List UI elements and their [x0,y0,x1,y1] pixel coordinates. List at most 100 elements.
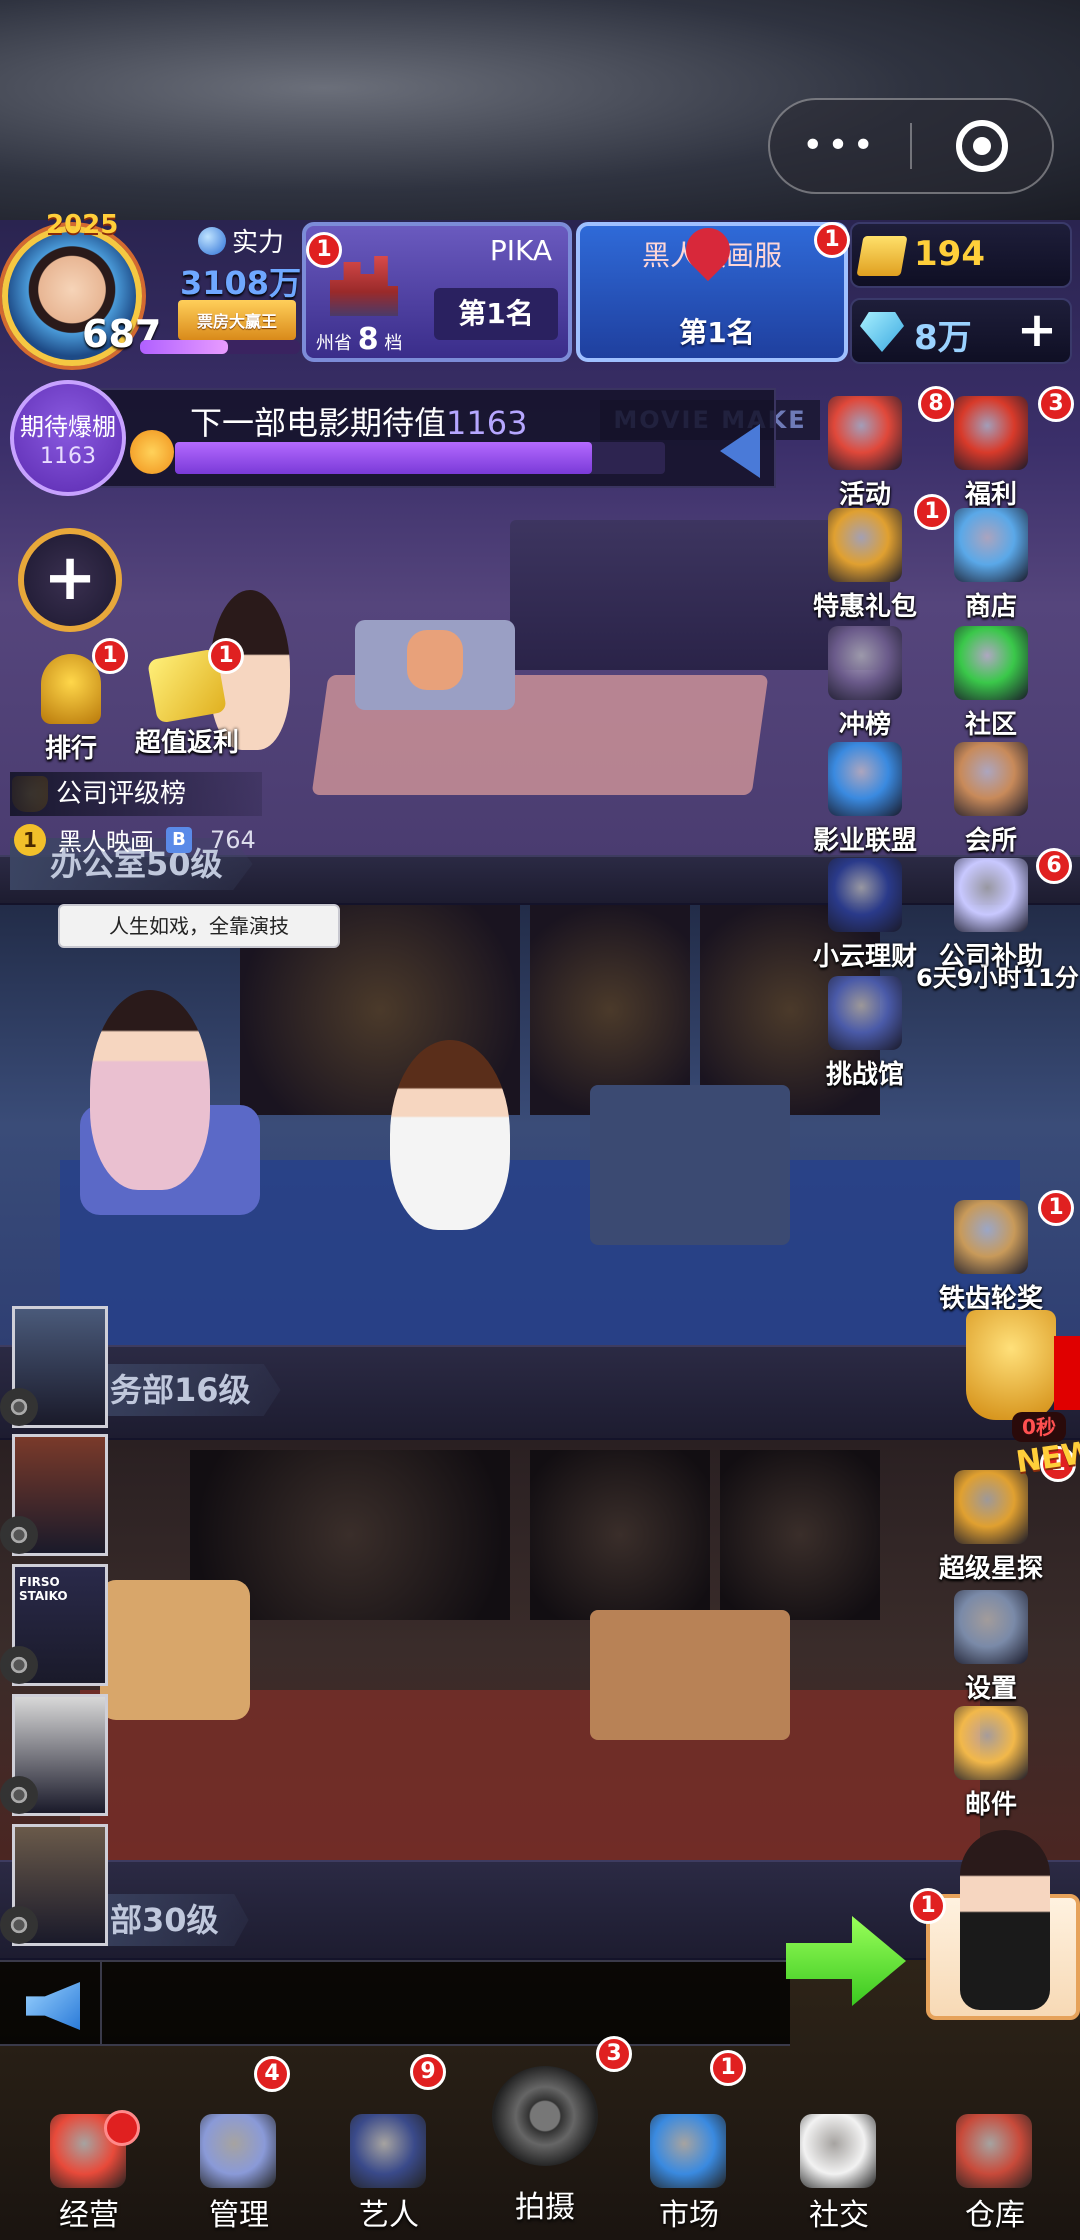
gift-bag-icon [828,508,902,582]
company-rank-row[interactable]: 1 黑人映画 B 764 [14,822,256,857]
megaphone-icon [954,858,1028,932]
tab-manage-label: 管理 [209,2198,269,2233]
subsidy-countdown: 6天9小时11分 [916,964,1079,992]
super-scout-button[interactable]: 超级星探 [926,1470,1056,1585]
club-button[interactable]: 会所 [926,742,1056,857]
expectation-circle[interactable]: 期待爆棚 1163 [10,380,126,496]
special-pack-button[interactable]: 特惠礼包 [800,508,930,623]
company-subsidy-button[interactable]: 公司补助 [926,858,1056,973]
more-button[interactable]: ••• [770,116,910,176]
gems-box[interactable]: 8万 + [850,298,1072,364]
employee-character[interactable] [390,1040,510,1230]
activity-button[interactable]: 活动 [800,396,930,511]
mini-program-capsule: ••• [768,98,1054,194]
expectation-circle-title: 期待爆棚 [20,413,116,441]
office-desk [590,1610,790,1740]
settings-button[interactable]: 设置 [926,1590,1056,1705]
expectation-bar [175,442,665,474]
tab-artists[interactable]: 艺人 [314,2080,464,2240]
year-tag: 2025 [46,210,119,240]
globe-icon [198,226,226,255]
server-rank-box[interactable]: 黑人映画服 第1名 [576,218,848,362]
tab-shoot[interactable]: 拍摄 [470,2066,620,2226]
power-value: 3108万 [180,264,302,302]
tab-market-badge: 1 [710,2050,746,2086]
add-gems-plus-icon[interactable]: + [1014,306,1060,354]
bottom-tabbar: 经营 管理 艺人 拍摄 市场 社交 仓库 [0,2066,1080,2240]
box-office-king-badge: 票房大赢王 [178,300,296,340]
wechat-icon [954,626,1028,700]
leaderboard-push-button[interactable]: 冲榜 [800,626,930,741]
office-desk [590,1085,790,1245]
tab-operate[interactable]: 经营 [14,2080,164,2240]
xp-bar-fill [140,340,228,354]
tickets-box[interactable]: 194 [850,222,1072,288]
studio-alliance-button[interactable]: 影业联盟 [800,742,930,857]
challenge-hall-label: 挑战馆 [825,1060,904,1090]
tab-shoot-label: 拍摄 [515,2190,575,2225]
market-icon [650,2114,726,2188]
add-floor-plus-button[interactable]: + [18,528,122,632]
shop-button[interactable]: 商店 [926,508,1056,623]
city-rank-meta: 州省 8 档 [316,322,402,357]
company-score: 764 [210,825,256,854]
gear-icon [954,1590,1028,1664]
assistant-character[interactable] [960,1830,1050,2010]
close-button[interactable] [912,120,1052,172]
city-rank-title: PIKA [489,234,552,267]
safe-icon [828,858,902,932]
tab-manage[interactable]: 管理 [164,2080,314,2240]
close-icon [955,120,1008,172]
city-tier-unit: 档 [384,333,403,354]
gift-icon [828,396,902,470]
challenge-hall-button[interactable]: 挑战馆 [800,976,930,1091]
gear-trophy-icon [954,1200,1028,1274]
tab-manage-badge: 4 [254,2056,290,2092]
city-rank-badge: 1 [306,232,342,268]
special-pack-label: 特惠礼包 [812,592,917,622]
city-rank-box[interactable]: PIKA 州省 8 档 第1名 [302,222,572,362]
building-icon [828,742,902,816]
chat-bar[interactable] [0,1960,790,2046]
tab-social[interactable]: 社交 [764,2080,914,2240]
big-trophy-icon[interactable] [966,1310,1056,1420]
poster-caption: FIRSO STAIKO [19,1575,68,1603]
diamond-icon [860,312,904,352]
film-reel-icon [0,1646,38,1684]
medal-icon [41,654,101,724]
company-name: 黑人映画 [58,828,154,856]
tab-warehouse-label: 仓库 [965,2198,1025,2233]
office-window [530,1450,710,1620]
employee-character[interactable] [90,990,210,1190]
welfare-button[interactable]: 福利 [926,396,1056,511]
red-gift-box-icon [954,396,1028,470]
mail-button[interactable]: 邮件 [926,1706,1056,1821]
tab-market[interactable]: 市场 [614,2080,764,2240]
finance-label: 小云理财 [812,942,917,972]
city-region: 州省 [316,333,352,354]
tab-artists-badge: 9 [410,2054,446,2090]
value-rebate-label: 超值返利 [134,728,239,758]
clapperboard-icon [828,626,902,700]
manage-icon [200,2114,276,2188]
finance-button[interactable]: 小云理财 [800,858,930,973]
tab-warehouse[interactable]: 仓库 [920,2080,1070,2240]
agent-icon [350,2114,426,2188]
community-button[interactable]: 社区 [926,626,1056,741]
b-grade-icon: B [166,826,192,853]
challenge-hall-icon [828,976,902,1050]
activity-label: 活动 [838,480,891,510]
office-floor-2[interactable] [0,1440,1080,1860]
red-side-tab[interactable] [1054,1336,1080,1410]
expectation-value: 1163 [446,404,528,442]
tab-artists-label: 艺人 [359,2198,419,2233]
iron-gear-award-button[interactable]: 铁齿轮奖 [926,1200,1056,1315]
value-rebate-badge: 1 [208,638,244,674]
lobby-bench [355,620,515,710]
rank-number: 1 [14,823,46,856]
company-rating-list[interactable]: 公司评级榜 [10,772,262,816]
film-reel-icon [0,1516,38,1554]
clubhouse-icon [954,742,1028,816]
studio-alliance-label: 影业联盟 [812,826,917,856]
ticket-icon [856,236,908,276]
